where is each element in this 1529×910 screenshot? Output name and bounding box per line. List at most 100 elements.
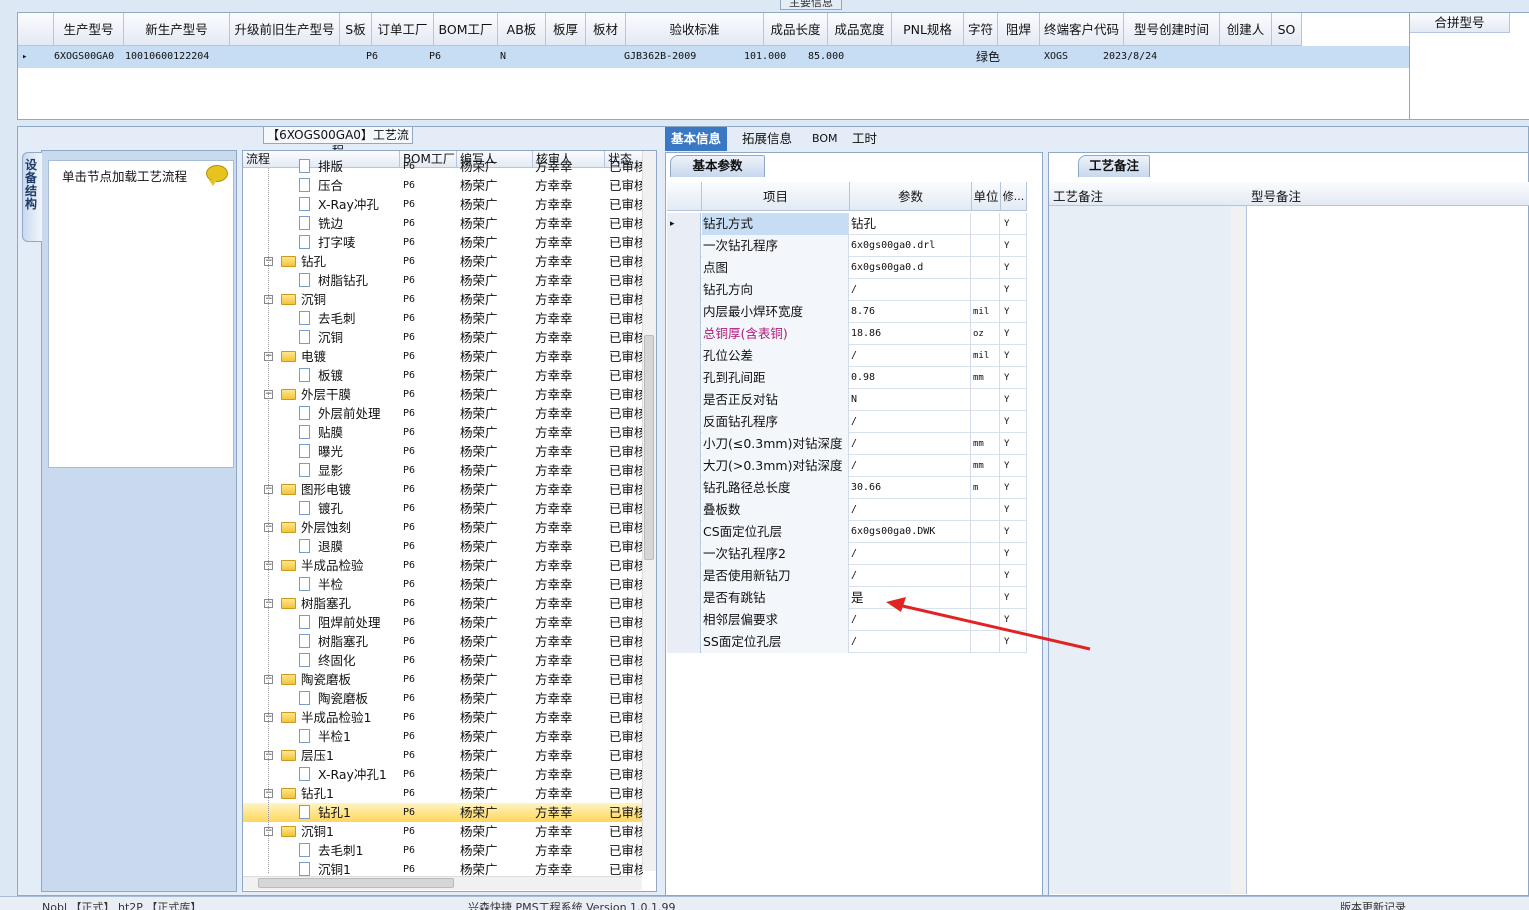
tree-row[interactable]: 树脂塞孔 P6 杨荣广 方幸幸 已审核 [243, 632, 643, 651]
param-modify[interactable]: Y [1001, 367, 1027, 389]
param-value[interactable]: / [850, 455, 971, 477]
param-modify[interactable]: Y [1001, 279, 1027, 301]
param-modify[interactable]: Y [1001, 301, 1027, 323]
param-row[interactable]: 相邻层偏要求 / Y [667, 609, 1027, 631]
col-header[interactable]: 终端客户代码 [1040, 13, 1124, 46]
process-notes-area[interactable] [1049, 206, 1247, 894]
param-modify[interactable]: Y [1001, 235, 1027, 257]
tree-row[interactable]: 去毛刺 P6 杨荣广 方幸幸 已审核 [243, 309, 643, 328]
status-right[interactable]: 版本更新记录 [1340, 897, 1406, 910]
params-col-value[interactable]: 参数 [850, 182, 972, 211]
tree-scroll-thumb[interactable] [644, 335, 654, 560]
tree-row[interactable]: 钻孔1 P6 杨荣广 方幸幸 已审核 [243, 803, 643, 822]
params-col-unit[interactable]: 单位 [972, 182, 1001, 211]
param-row[interactable]: 叠板数 / Y [667, 499, 1027, 521]
param-value[interactable]: 钻孔 [850, 213, 971, 235]
param-value[interactable]: / [850, 609, 971, 631]
param-value[interactable]: 6x0gs00ga0.drl [850, 235, 971, 257]
tree-row[interactable]: 板镀 P6 杨荣广 方幸幸 已审核 [243, 366, 643, 385]
col-header[interactable]: 成品宽度 [828, 13, 892, 46]
tree-hscroll-thumb[interactable] [258, 878, 454, 888]
tree-row[interactable]: − 陶瓷磨板 P6 杨荣广 方幸幸 已审核 [243, 670, 643, 689]
param-row[interactable]: CS面定位孔层 6x0gs00ga0.DWK Y [667, 521, 1027, 543]
param-row[interactable]: 总铜厚(含表铜) 18.86 oz Y [667, 323, 1027, 345]
param-value[interactable]: / [850, 411, 971, 433]
param-row[interactable]: 一次钻孔程序 6x0gs00ga0.drl Y [667, 235, 1027, 257]
params-col-modify[interactable]: 修... [1001, 182, 1027, 211]
param-modify[interactable]: Y [1001, 213, 1027, 235]
param-value[interactable]: N [850, 389, 971, 411]
param-modify[interactable]: Y [1001, 345, 1027, 367]
tree-row[interactable]: 压合 P6 杨荣广 方幸幸 已审核 [243, 176, 643, 195]
param-value[interactable]: / [850, 345, 971, 367]
tree-row[interactable]: 终固化 P6 杨荣广 方幸幸 已审核 [243, 651, 643, 670]
param-value[interactable]: 30.66 [850, 477, 971, 499]
tree-row[interactable]: − 半成品检验 P6 杨荣广 方幸幸 已审核 [243, 556, 643, 575]
param-modify[interactable]: Y [1001, 455, 1027, 477]
param-row[interactable]: 钻孔路径总长度 30.66 m Y [667, 477, 1027, 499]
param-row[interactable]: 小刀(≤0.3mm)对钻深度 / mm Y [667, 433, 1027, 455]
params-col-item[interactable]: 项目 [702, 182, 850, 211]
tree-row[interactable]: 打字唛 P6 杨荣广 方幸幸 已审核 [243, 233, 643, 252]
param-modify[interactable]: Y [1001, 477, 1027, 499]
tree-row[interactable]: − 钻孔 P6 杨荣广 方幸幸 已审核 [243, 252, 643, 271]
param-row[interactable]: 是否正反对钻 N Y [667, 389, 1027, 411]
param-value[interactable]: / [850, 433, 971, 455]
process-notes-tab[interactable]: 工艺备注 [1078, 155, 1150, 177]
col-header[interactable]: 验收标准 [626, 13, 764, 46]
tree-row[interactable]: − 树脂塞孔 P6 杨荣广 方幸幸 已审核 [243, 594, 643, 613]
col-header[interactable]: 板材 [586, 13, 626, 46]
tree-row[interactable]: − 钻孔1 P6 杨荣广 方幸幸 已审核 [243, 784, 643, 803]
tree-row[interactable]: 镀孔 P6 杨荣广 方幸幸 已审核 [243, 499, 643, 518]
param-modify[interactable]: Y [1001, 565, 1027, 587]
tree-row[interactable]: − 外层蚀刻 P6 杨荣广 方幸幸 已审核 [243, 518, 643, 537]
tab-bom[interactable]: BOM [806, 127, 844, 151]
tree-row[interactable]: − 电镀 P6 杨荣广 方幸幸 已审核 [243, 347, 643, 366]
tree-row[interactable]: 外层前处理 P6 杨荣广 方幸幸 已审核 [243, 404, 643, 423]
tree-row[interactable]: 陶瓷磨板 P6 杨荣广 方幸幸 已审核 [243, 689, 643, 708]
param-value[interactable]: 6x0gs00ga0.DWK [850, 521, 971, 543]
tree-row[interactable]: 半检 P6 杨荣广 方幸幸 已审核 [243, 575, 643, 594]
param-row[interactable]: 是否有跳钻是 Y [667, 587, 1027, 609]
notes-scrollbar[interactable] [1231, 207, 1245, 893]
basic-params-tab[interactable]: 基本参数 [670, 155, 765, 177]
param-row[interactable]: SS面定位孔层 / Y [667, 631, 1027, 653]
tree-row[interactable]: − 沉铜 P6 杨荣广 方幸幸 已审核 [243, 290, 643, 309]
param-modify[interactable]: Y [1001, 257, 1027, 279]
tree-row[interactable]: − 外层干膜 P6 杨荣广 方幸幸 已审核 [243, 385, 643, 404]
tree-row[interactable]: − 图形电镀 P6 杨荣广 方幸幸 已审核 [243, 480, 643, 499]
col-header[interactable]: S板 [340, 13, 372, 46]
param-value[interactable]: / [850, 543, 971, 565]
tree-row[interactable]: − 沉铜1 P6 杨荣广 方幸幸 已审核 [243, 822, 643, 841]
param-value[interactable]: 6x0gs00ga0.d [850, 257, 971, 279]
col-header[interactable]: 创建人 [1220, 13, 1272, 46]
param-value[interactable]: / [850, 565, 971, 587]
equipment-structure-tab[interactable]: 设备结构 [22, 152, 42, 242]
param-row[interactable]: 是否使用新钻刀 / Y [667, 565, 1027, 587]
param-value[interactable]: 0.98 [850, 367, 971, 389]
param-modify[interactable]: Y [1001, 631, 1027, 653]
param-row[interactable]: 孔位公差 / mil Y [667, 345, 1027, 367]
param-row[interactable]: 孔到孔间距 0.98 mm Y [667, 367, 1027, 389]
param-modify[interactable]: Y [1001, 543, 1027, 565]
param-modify[interactable]: Y [1001, 411, 1027, 433]
tree-row[interactable]: 阻焊前处理 P6 杨荣广 方幸幸 已审核 [243, 613, 643, 632]
param-value[interactable]: 18.86 [850, 323, 971, 345]
col-header[interactable]: 成品长度 [764, 13, 828, 46]
tree-row[interactable]: 显影 P6 杨荣广 方幸幸 已审核 [243, 461, 643, 480]
tree-row[interactable]: 退膜 P6 杨荣广 方幸幸 已审核 [243, 537, 643, 556]
tree-row[interactable]: X-Ray冲孔1 P6 杨荣广 方幸幸 已审核 [243, 765, 643, 784]
col-header[interactable]: 升级前旧生产型号 [230, 13, 340, 46]
param-value[interactable]: / [850, 631, 971, 653]
col-header[interactable]: 字符 [964, 13, 998, 46]
param-row[interactable]: 大刀(>0.3mm)对钻深度 / mm Y [667, 455, 1027, 477]
param-value[interactable]: / [850, 279, 971, 301]
col-header[interactable]: AB板 [498, 13, 546, 46]
table-row[interactable]: ▸ 6XOGS00GA0 10010600122204 P6 P6 N GJB3… [18, 46, 1410, 68]
param-row[interactable]: ▸ 钻孔方式 钻孔 Y [667, 213, 1027, 235]
tree-row[interactable]: 树脂钻孔 P6 杨荣广 方幸幸 已审核 [243, 271, 643, 290]
param-row[interactable]: 内层最小焊环宽度 8.76 mil Y [667, 301, 1027, 323]
col-header[interactable]: 新生产型号 [124, 13, 230, 46]
tree-row[interactable]: − 半成品检验1 P6 杨荣广 方幸幸 已审核 [243, 708, 643, 727]
param-row[interactable]: 点图 6x0gs00ga0.d Y [667, 257, 1027, 279]
